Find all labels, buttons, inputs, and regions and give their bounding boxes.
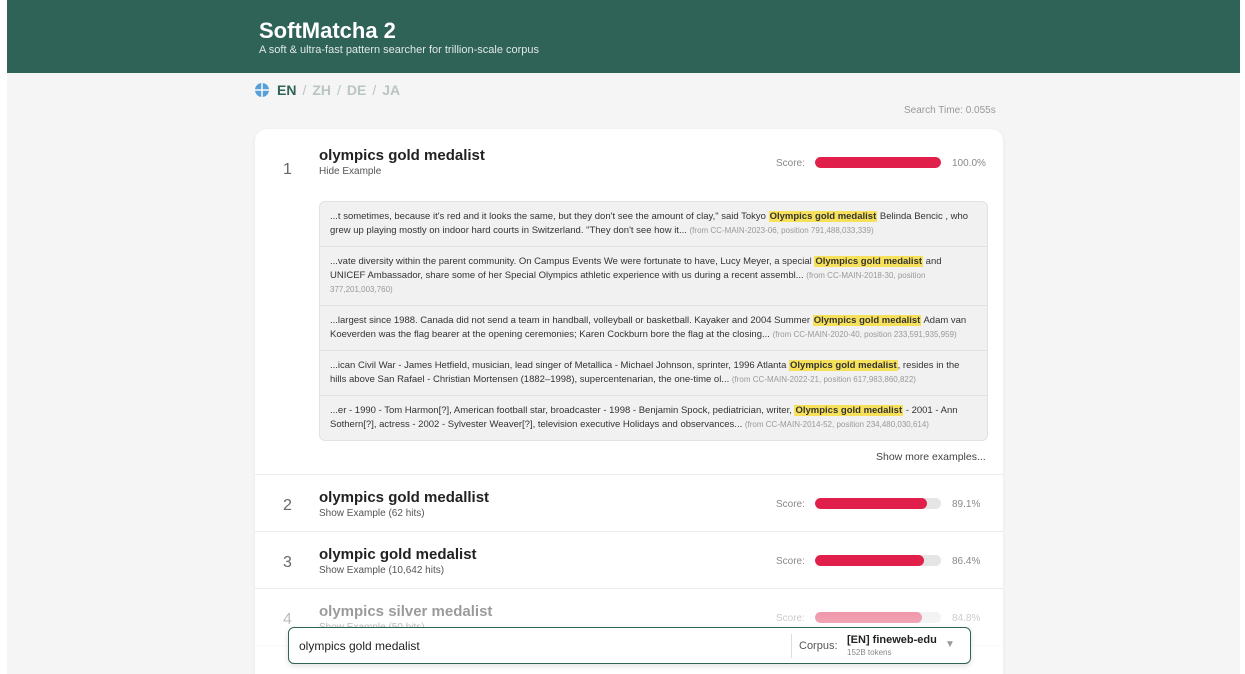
snippet-text: ...vate diversity within the parent comm… — [330, 256, 815, 267]
lang-separator: / — [337, 82, 341, 98]
match-highlight: Olympics gold medalist — [789, 360, 898, 371]
show-example-toggle[interactable]: Show Example (10,642 hits) — [319, 565, 444, 576]
snippet-source: (from CC-MAIN-2014-52, position 234,480,… — [744, 420, 929, 429]
score-bar — [815, 555, 941, 566]
corpus-tokens: 152B tokens — [847, 648, 892, 657]
app-title: SoftMatcha 2 — [259, 18, 396, 43]
result-item: 2 olympics gold medallist Show Example (… — [255, 475, 1003, 532]
match-highlight: Olympics gold medalist — [768, 211, 878, 222]
hide-example-toggle[interactable]: Hide Example — [319, 166, 381, 177]
show-more-examples-link[interactable]: Show more examples... — [876, 451, 986, 463]
snippet-source: (from CC-MAIN-2020-40, position 233,591,… — [772, 330, 957, 339]
search-input[interactable] — [299, 636, 779, 656]
score-fill — [815, 612, 922, 623]
show-example-toggle[interactable]: Show Example (62 hits) — [319, 508, 425, 519]
example-snippet: ...t sometimes, because it's red and it … — [320, 202, 987, 247]
globe-icon — [255, 83, 269, 97]
result-rank: 2 — [283, 497, 292, 514]
score-value: 84.8% — [952, 613, 981, 624]
score-bar — [815, 498, 941, 509]
score-value: 86.4% — [952, 556, 981, 567]
match-highlight: Olympics gold medalist — [794, 405, 904, 416]
result-item: 1 olympics gold medalist Hide Example Sc… — [255, 129, 1003, 475]
lang-ja[interactable]: JA — [382, 82, 400, 98]
result-rank: 4 — [283, 611, 292, 628]
snippet-text: ...ican Civil War - James Hetfield, musi… — [330, 360, 790, 371]
lang-separator: / — [372, 82, 377, 98]
score-bar — [815, 612, 941, 623]
app-frame: SoftMatcha 2 A soft & ultra-fast pattern… — [7, 0, 1240, 674]
result-rank: 3 — [283, 554, 292, 571]
example-snippet: ...largest since 1988. Canada did not se… — [320, 306, 987, 351]
score-fill — [815, 157, 941, 168]
score-label: Score: — [776, 613, 805, 624]
score-fill — [815, 555, 924, 566]
example-snippet: ...vate diversity within the parent comm… — [320, 247, 987, 306]
lang-en[interactable]: EN — [277, 82, 296, 98]
snippet-text: ...er - 1990 - Tom Harmon[?], American f… — [330, 405, 795, 416]
language-switcher: EN / ZH / DE / JA — [255, 81, 400, 99]
snippet-text: ...t sometimes, because it's red and it … — [330, 211, 769, 222]
corpus-label: Corpus: — [799, 640, 838, 652]
result-term: olympics gold medallist — [319, 489, 490, 506]
result-item: 3 olympic gold medalist Show Example (10… — [255, 532, 1003, 589]
result-rank: 1 — [283, 161, 292, 178]
score-label: Score: — [776, 556, 805, 567]
lang-separator: / — [302, 82, 307, 98]
example-snippet: ...ican Civil War - James Hetfield, musi… — [320, 351, 987, 396]
score-value: 89.1% — [952, 499, 981, 510]
app-subtitle: A soft & ultra-fast pattern searcher for… — [259, 44, 540, 56]
lang-de[interactable]: DE — [347, 82, 366, 98]
result-term: olympic gold medalist — [319, 546, 477, 563]
chevron-down-icon[interactable]: ▼ — [945, 639, 955, 650]
app-header: SoftMatcha 2 A soft & ultra-fast pattern… — [7, 0, 1240, 73]
score-value: 100.0% — [952, 158, 986, 169]
score-label: Score: — [776, 499, 805, 510]
lang-zh[interactable]: ZH — [312, 82, 331, 98]
example-snippet: ...er - 1990 - Tom Harmon[?], American f… — [320, 396, 987, 440]
snippet-source: (from CC-MAIN-2023-06, position 791,488,… — [689, 226, 874, 235]
score-label: Score: — [776, 158, 805, 169]
snippet-source: (from CC-MAIN-2022-21, position 617,983,… — [731, 375, 916, 384]
search-time: Search Time: 0.055s — [904, 105, 996, 116]
result-term: olympics gold medalist — [319, 147, 485, 164]
corpus-select[interactable]: [EN] fineweb-edu — [847, 634, 937, 646]
snippet-text: ...largest since 1988. Canada did not se… — [330, 315, 813, 326]
match-highlight: Olympics gold medalist — [814, 256, 924, 267]
results-panel: 1 olympics gold medalist Hide Example Sc… — [255, 129, 1003, 674]
result-term: olympics silver medalist — [319, 603, 493, 620]
match-highlight: Olympics gold medalist — [812, 315, 922, 326]
examples-list: ...t sometimes, because it's red and it … — [319, 201, 988, 441]
divider — [791, 634, 792, 658]
score-fill — [815, 498, 928, 509]
search-bar: Corpus: [EN] fineweb-edu 152B tokens ▼ — [288, 627, 971, 664]
score-bar — [815, 157, 941, 168]
